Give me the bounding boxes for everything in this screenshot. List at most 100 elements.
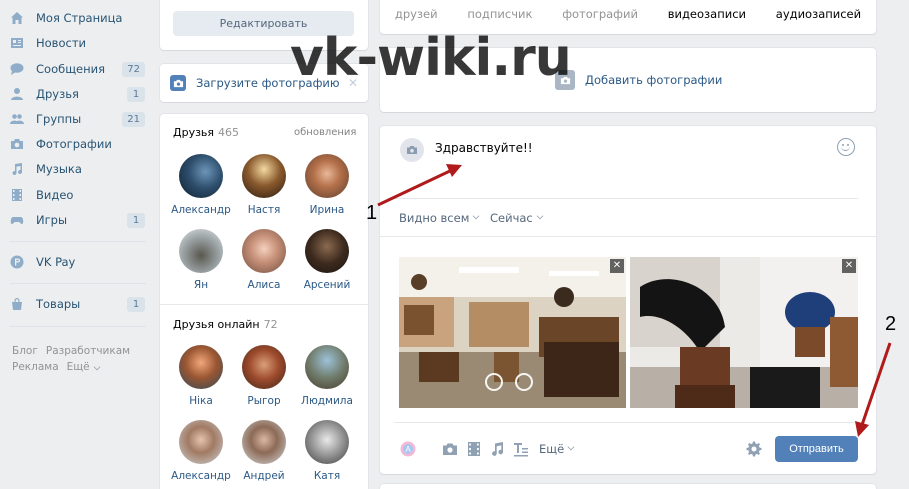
friends-title[interactable]: Друзья 465 bbox=[173, 126, 239, 139]
annotation-number-2: 2 bbox=[885, 313, 897, 335]
remove-photo-icon[interactable]: ✕ bbox=[842, 259, 856, 273]
nav-item-groups[interactable]: Группы 21 bbox=[10, 109, 148, 129]
stat-followers[interactable]: подписчик bbox=[467, 7, 532, 21]
games-icon bbox=[10, 213, 24, 227]
friend-item[interactable]: Ирина bbox=[297, 154, 357, 216]
stat-audios[interactable]: аудиозаписей bbox=[776, 7, 861, 21]
photo-tools bbox=[485, 373, 533, 391]
avatar bbox=[305, 345, 349, 389]
friend-name: Людмила bbox=[301, 395, 353, 407]
camera-icon[interactable] bbox=[400, 138, 424, 162]
online-friend-item[interactable]: Рыгор bbox=[234, 345, 294, 407]
nav-item-photos[interactable]: Фотографии bbox=[10, 134, 148, 154]
photo-attach-icon[interactable] bbox=[442, 441, 458, 457]
visibility-label: Видно всем bbox=[399, 211, 470, 225]
nav-item-games[interactable]: Игры 1 bbox=[10, 210, 148, 230]
friend-name: Алиса bbox=[247, 279, 281, 291]
stat-photos[interactable]: фотографий bbox=[562, 7, 638, 21]
chevron-down-icon bbox=[536, 212, 544, 220]
messages-icon bbox=[10, 62, 24, 76]
messages-badge: 72 bbox=[122, 61, 145, 77]
online-friend-item[interactable]: Александр bbox=[171, 420, 231, 482]
nav-item-video[interactable]: Видео bbox=[10, 185, 148, 205]
avatar bbox=[242, 229, 286, 273]
nav-divider bbox=[10, 241, 146, 242]
friend-item[interactable]: Ян bbox=[171, 229, 231, 291]
more-attach-dropdown[interactable]: Ещё bbox=[539, 442, 575, 456]
chevron-down-icon bbox=[567, 443, 575, 451]
avatar bbox=[242, 420, 286, 464]
online-friend-item[interactable]: Ніка bbox=[171, 345, 231, 407]
attached-photo-1[interactable]: ✕ bbox=[399, 257, 626, 408]
online-friend-item[interactable]: Людмила bbox=[297, 345, 357, 407]
online-friend-item[interactable]: Катя bbox=[297, 420, 357, 482]
games-badge: 1 bbox=[127, 212, 145, 228]
emoji-icon[interactable] bbox=[837, 138, 855, 156]
music-icon bbox=[10, 162, 24, 176]
nav-label: VK Pay bbox=[36, 255, 76, 269]
attached-photo-2[interactable]: ✕ bbox=[630, 257, 858, 408]
friend-name: Рыгор bbox=[247, 395, 281, 407]
next-post-card bbox=[380, 484, 876, 489]
friends-online-title-label: Друзья онлайн bbox=[173, 318, 260, 331]
nav-label: Видео bbox=[36, 188, 74, 202]
online-friend-item[interactable]: Андрей bbox=[234, 420, 294, 482]
friends-icon bbox=[10, 87, 24, 101]
nav-item-music[interactable]: Музыка bbox=[10, 159, 148, 179]
nav-item-friends[interactable]: Друзья 1 bbox=[10, 84, 148, 104]
gear-icon[interactable] bbox=[746, 441, 762, 457]
gramophone-closeup-photo bbox=[630, 257, 858, 408]
friend-item[interactable]: Алиса bbox=[234, 229, 294, 291]
footer-more-label: Ещё bbox=[66, 361, 90, 373]
friends-online-title[interactable]: Друзья онлайн 72 bbox=[173, 318, 278, 331]
visibility-dropdown[interactable]: Видно всем bbox=[399, 211, 480, 225]
avatar bbox=[305, 420, 349, 464]
nav-item-my-page[interactable]: Моя Страница bbox=[10, 8, 148, 28]
more-attach-label: Ещё bbox=[539, 442, 565, 456]
friend-item[interactable]: Александр bbox=[171, 154, 231, 216]
nav-item-goods[interactable]: Товары 1 bbox=[10, 294, 148, 314]
music-attach-icon[interactable] bbox=[489, 441, 505, 457]
composer-divider bbox=[394, 198, 858, 199]
footer-link-blog[interactable]: Блог bbox=[12, 345, 38, 357]
friends-updates-link[interactable]: обновления bbox=[294, 127, 356, 138]
zoom-icon[interactable] bbox=[485, 373, 503, 391]
nav-label: Моя Страница bbox=[36, 11, 123, 25]
nav-item-vkpay[interactable]: VK Pay bbox=[10, 252, 148, 272]
text-format-icon[interactable] bbox=[513, 441, 529, 457]
avatar bbox=[179, 420, 223, 464]
stat-videos[interactable]: видеозаписи bbox=[668, 7, 746, 21]
nav-item-news[interactable]: Новости bbox=[10, 33, 148, 53]
groups-badge: 21 bbox=[122, 111, 145, 127]
avatar bbox=[305, 154, 349, 198]
goods-icon bbox=[10, 297, 24, 311]
graffiti-icon[interactable]: A bbox=[400, 441, 416, 457]
footer-links: Блог Разработчикам bbox=[12, 345, 130, 357]
avatar bbox=[242, 345, 286, 389]
nav-label: Новости bbox=[36, 36, 86, 50]
friends-online-count: 72 bbox=[263, 318, 278, 331]
post-time-label: Сейчас bbox=[490, 211, 533, 225]
chevron-down-icon bbox=[93, 363, 101, 371]
camera-icon bbox=[170, 75, 186, 91]
post-text-field[interactable]: Здравствуйте!! bbox=[435, 141, 533, 155]
footer-link-more[interactable]: Ещё bbox=[66, 361, 101, 373]
nav-label: Друзья bbox=[36, 87, 79, 101]
post-time-dropdown[interactable]: Сейчас bbox=[490, 211, 544, 225]
send-post-button[interactable]: Отправить bbox=[775, 436, 858, 462]
stat-friends[interactable]: друзей bbox=[395, 7, 438, 21]
vkpay-icon bbox=[10, 255, 24, 269]
footer-link-developers[interactable]: Разработчикам bbox=[46, 345, 130, 357]
nav-item-messages[interactable]: Сообщения 72 bbox=[10, 59, 148, 79]
remove-photo-icon[interactable]: ✕ bbox=[610, 259, 624, 273]
friend-item[interactable]: Арсений bbox=[297, 229, 357, 291]
sticker-icon[interactable] bbox=[515, 373, 533, 391]
footer-link-ads[interactable]: Реклама bbox=[12, 361, 59, 373]
friend-item[interactable]: Настя bbox=[234, 154, 294, 216]
nav-label: Товары bbox=[36, 297, 81, 311]
watermark: vk-wiki.ru bbox=[290, 28, 572, 88]
video-attach-icon[interactable] bbox=[466, 441, 482, 457]
nav-label: Группы bbox=[36, 112, 82, 126]
friend-name: Ніка bbox=[189, 395, 213, 407]
add-photos-link[interactable]: Добавить фотографии bbox=[555, 70, 722, 90]
